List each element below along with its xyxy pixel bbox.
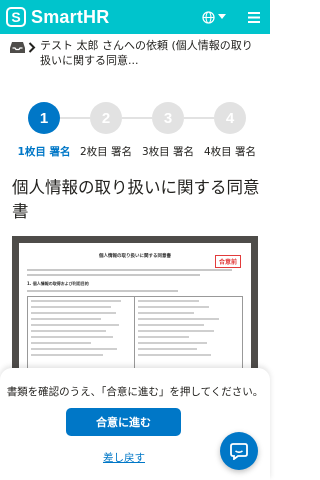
chat-support-button[interactable] [220, 432, 258, 470]
signature-stepper: 1 2 3 4 1枚目 署名 2枚目 署名 3枚目 署名 4枚目 署名 [0, 100, 270, 160]
breadcrumb-request-title[interactable]: テスト 太郎 さんへの依頼 (個人情報の取り扱いに関する同意... [40, 38, 260, 68]
hamburger-menu-icon [248, 11, 260, 23]
logo-mark: S [6, 7, 26, 27]
smarthr-logo[interactable]: S SmartHR [6, 7, 109, 28]
document-title: 個人情報の取り扱いに関する同意書 [12, 178, 260, 221]
document-page: 個人情報の取り扱いに関する同意書 合意前 1. 個人情報の取得および利用目的 [19, 243, 251, 386]
step-1-label: 1枚目 署名 [17, 146, 71, 158]
step-3-circle[interactable]: 3 [152, 102, 184, 134]
step-3-label: 3枚目 署名 [141, 146, 195, 158]
preview-section-heading: 1. 個人情報の取得および利用目的 [27, 281, 89, 286]
step-2-circle[interactable]: 2 [90, 102, 122, 134]
preview-status-stamp: 合意前 [214, 255, 241, 268]
preview-text-line [27, 269, 233, 271]
instruction-message: 書類を確認のうえ、「合意に進む」を押してください。 [6, 386, 264, 398]
preview-heading: 個人情報の取り扱いに関する同意書 [99, 254, 171, 259]
preview-text-line [27, 290, 179, 292]
inbox-icon[interactable] [10, 41, 25, 54]
step-connector [60, 117, 90, 119]
breadcrumb: テスト 太郎 さんへの依頼 (個人情報の取り扱いに関する同意... [10, 38, 260, 72]
preview-text-line [27, 274, 200, 276]
language-button[interactable] [202, 10, 226, 24]
step-connector [184, 117, 214, 119]
step-4-circle[interactable]: 4 [214, 102, 246, 134]
proceed-to-agree-button[interactable]: 合意に進む [66, 408, 181, 436]
step-2-label: 2枚目 署名 [79, 146, 133, 158]
logo-text: SmartHR [31, 6, 110, 27]
menu-button[interactable] [248, 11, 260, 23]
document-preview[interactable]: 個人情報の取り扱いに関する同意書 合意前 1. 個人情報の取得および利用目的 [12, 236, 258, 386]
caret-down-icon [218, 14, 226, 19]
step-connector [122, 117, 152, 119]
step-1-circle[interactable]: 1 [28, 102, 60, 134]
chat-bubble-icon [230, 442, 248, 460]
app-header: S SmartHR [0, 0, 270, 34]
globe-icon [202, 10, 215, 24]
chevron-right-icon [28, 41, 36, 53]
step-4-label: 4枚目 署名 [203, 146, 257, 158]
